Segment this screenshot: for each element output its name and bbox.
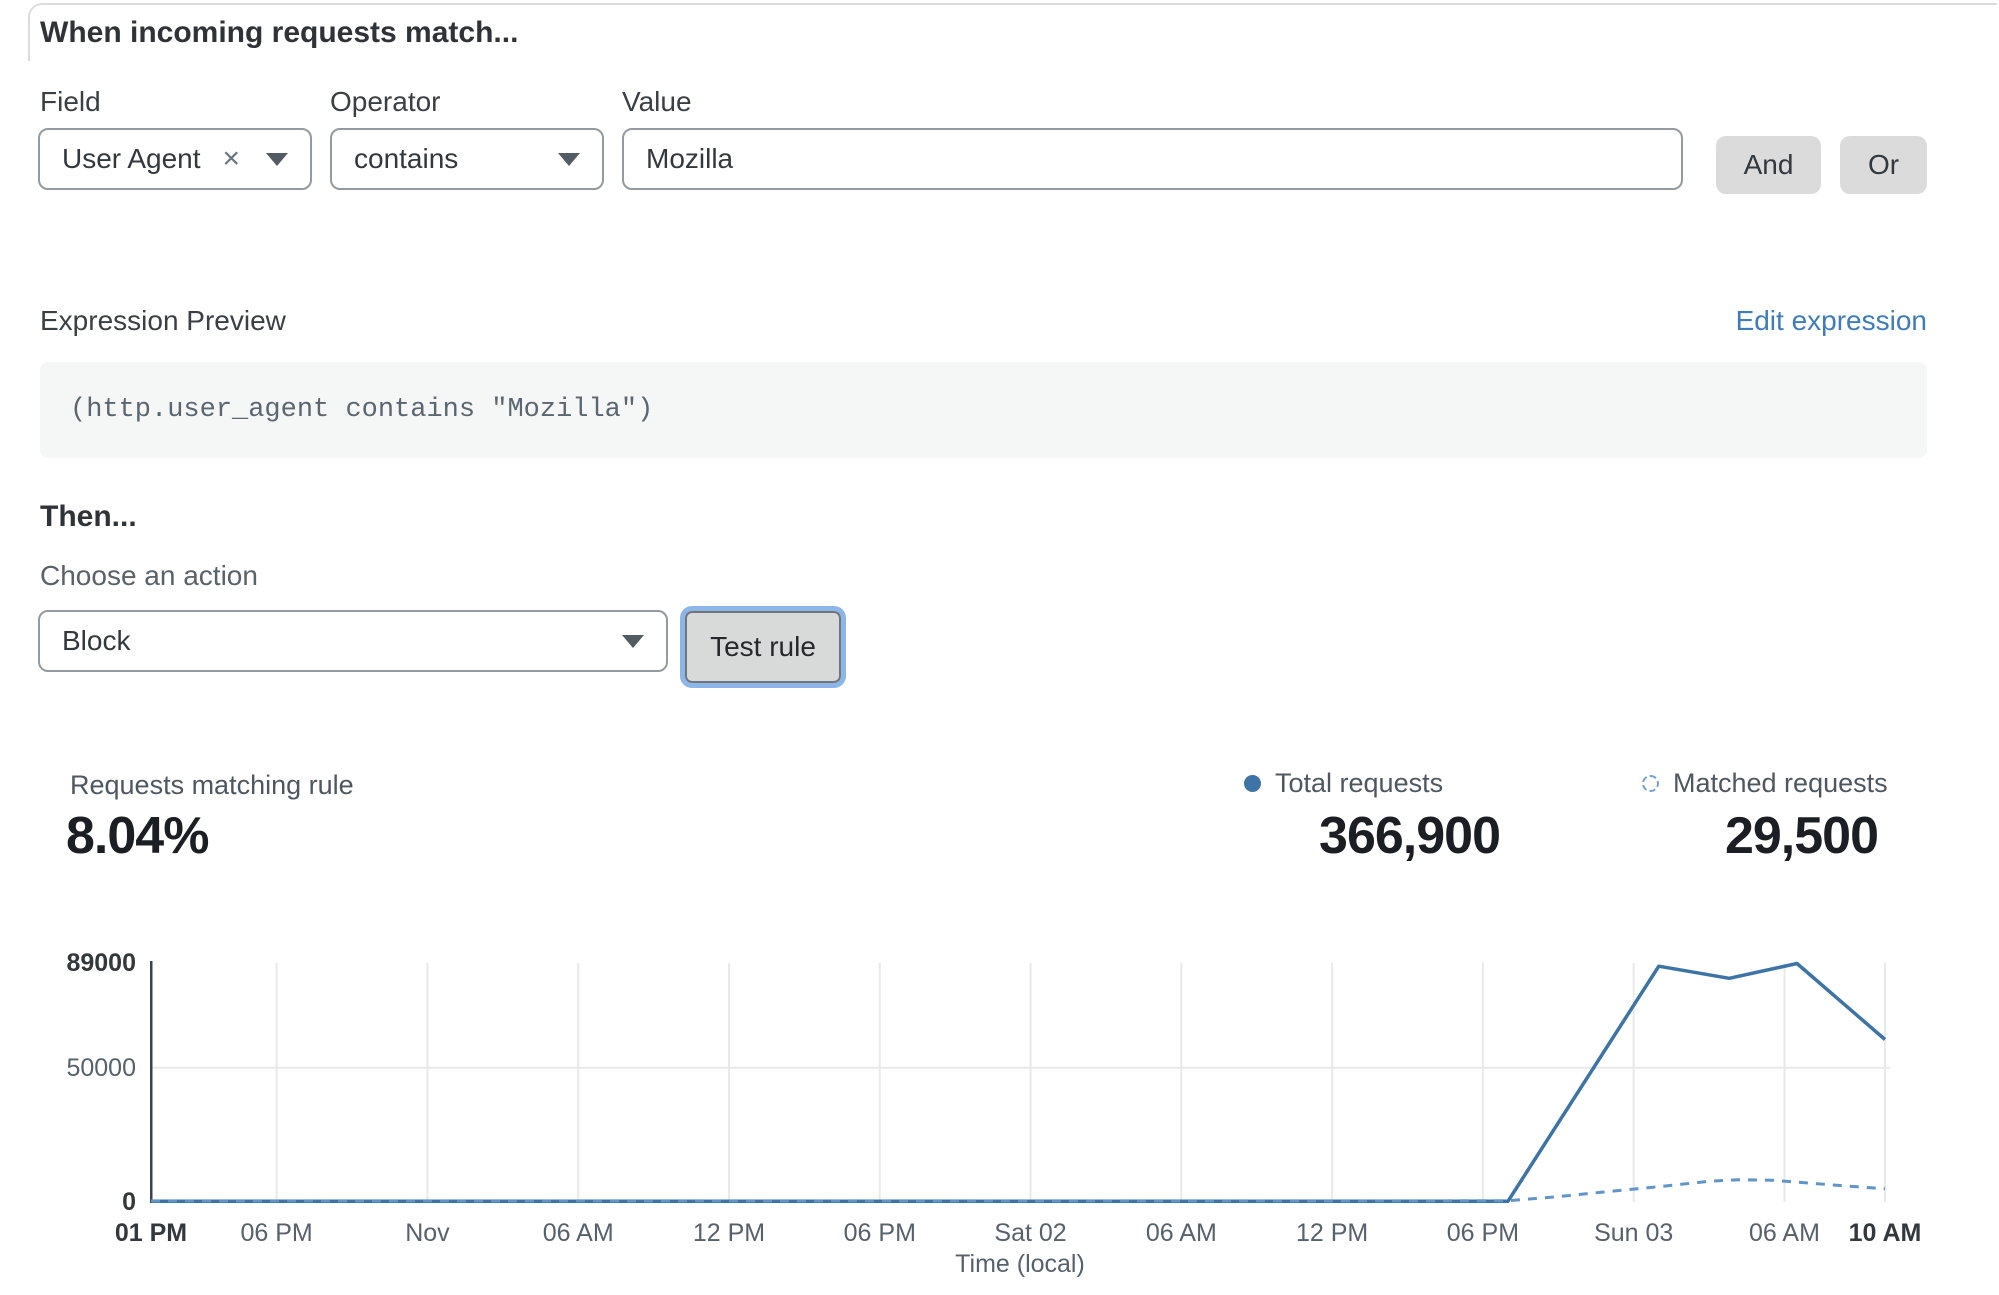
field-label: Field	[40, 86, 101, 118]
matched-requests-label: Matched requests	[1673, 768, 1888, 799]
action-select-value: Block	[62, 625, 130, 657]
total-requests-value: 366,900	[1200, 806, 1500, 866]
chevron-down-icon	[558, 153, 580, 166]
matched-requests-value: 29,500	[1580, 806, 1878, 866]
choose-action-label: Choose an action	[40, 560, 258, 592]
rule-builder-page: When incoming requests match... Field Op…	[0, 0, 1999, 1295]
operator-label: Operator	[330, 86, 441, 118]
value-label: Value	[622, 86, 692, 118]
action-select[interactable]: Block	[38, 610, 668, 672]
expression-code-block: (http.user_agent contains "Mozilla")	[40, 362, 1927, 458]
requests-matching-label: Requests matching rule	[70, 770, 354, 801]
x-tick-label: 12 PM	[1296, 1218, 1368, 1248]
x-tick-label: 06 AM	[1146, 1218, 1217, 1248]
x-tick-label: 06 PM	[241, 1218, 313, 1248]
requests-chart: 0 50000 89000 01 PM 06 PM Nov 06 AM 12 PM 06 PM…	[0, 940, 1999, 1295]
x-tick-label: 06 PM	[844, 1218, 916, 1248]
value-input[interactable]: Mozilla	[622, 128, 1683, 190]
chevron-down-icon	[266, 153, 288, 166]
series-total-requests	[151, 964, 1885, 1202]
and-button[interactable]: And	[1716, 136, 1821, 194]
total-requests-label: Total requests	[1275, 768, 1443, 799]
line-chart-canvas	[150, 955, 1890, 1207]
total-requests-dot-icon	[1244, 775, 1261, 792]
matched-requests-dashed-circle-icon	[1642, 775, 1659, 792]
series-matched-requests	[151, 1180, 1885, 1201]
y-tick-label: 50000	[0, 1053, 136, 1083]
field-select-value: User Agent	[62, 143, 201, 175]
field-select[interactable]: User Agent ×	[38, 128, 312, 190]
operator-select[interactable]: contains	[330, 128, 604, 190]
x-tick-label: 06 AM	[1749, 1218, 1820, 1248]
y-tick-label: 0	[0, 1187, 136, 1217]
x-tick-label: 06 PM	[1447, 1218, 1519, 1248]
x-tick-label: 06 AM	[543, 1218, 614, 1248]
x-axis-title: Time (local)	[150, 1250, 1890, 1279]
test-rule-button[interactable]: Test rule	[685, 611, 841, 683]
chevron-down-icon	[622, 635, 644, 648]
test-rule-focus-ring: Test rule	[680, 606, 846, 688]
x-tick-label: Sat 02	[994, 1218, 1066, 1248]
operator-select-value: contains	[354, 143, 458, 175]
x-tick-label: 01 PM	[115, 1218, 187, 1248]
x-tick-label: Nov	[405, 1218, 449, 1248]
matched-requests-legend: Matched requests	[1642, 768, 1888, 799]
expression-preview-label: Expression Preview	[40, 305, 286, 337]
edit-expression-link[interactable]: Edit expression	[1736, 305, 1927, 337]
y-tick-label: 89000	[0, 948, 136, 978]
expression-code: (http.user_agent contains "Mozilla")	[40, 395, 653, 425]
x-tick-label: 10 AM	[1849, 1218, 1922, 1248]
match-section-heading: When incoming requests match...	[40, 16, 518, 50]
total-requests-legend: Total requests	[1244, 768, 1443, 799]
requests-matching-value: 8.04%	[66, 806, 208, 866]
then-heading: Then...	[40, 500, 137, 534]
x-tick-label: 12 PM	[693, 1218, 765, 1248]
x-tick-label: Sun 03	[1594, 1218, 1673, 1248]
value-input-text: Mozilla	[646, 143, 733, 175]
or-button[interactable]: Or	[1840, 136, 1927, 194]
clear-field-icon[interactable]: ×	[222, 144, 240, 174]
